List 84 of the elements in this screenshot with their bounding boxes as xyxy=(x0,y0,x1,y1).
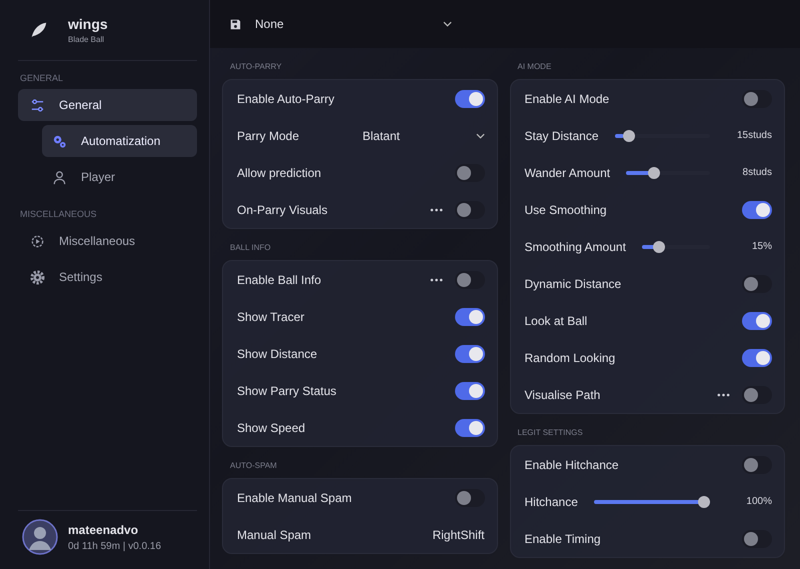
setting-label: Stay Distance xyxy=(524,128,599,142)
save-icon xyxy=(230,18,241,30)
setting-label: On-Parry Visuals xyxy=(237,202,328,216)
slider-thumb[interactable] xyxy=(648,166,660,178)
sidebar-item[interactable]: Settings xyxy=(18,261,197,293)
gear-icon xyxy=(30,234,45,248)
setting-label: Allow prediction xyxy=(237,166,322,180)
chevron-down-icon xyxy=(476,132,484,138)
sidebar-item[interactable]: Miscellaneous xyxy=(18,225,197,257)
setting-label: Show Parry Status xyxy=(237,384,336,398)
slider-value: 8studs xyxy=(742,167,772,178)
toggle-switch[interactable] xyxy=(454,270,484,288)
chevron-down-icon xyxy=(443,21,452,27)
setting-label: Manual Spam xyxy=(237,528,312,542)
sidebar-item[interactable]: Player xyxy=(42,161,197,193)
section-title: AI MODE xyxy=(518,62,552,71)
person-icon xyxy=(52,170,67,184)
more-options-icon[interactable] xyxy=(430,278,442,282)
setting-label: Dynamic Distance xyxy=(524,276,622,290)
slider-thumb[interactable] xyxy=(622,130,635,142)
toggle-switch[interactable] xyxy=(454,488,484,506)
toggle-switch[interactable] xyxy=(742,200,772,218)
feather-logo-icon xyxy=(30,21,48,39)
toggle-switch[interactable] xyxy=(454,382,484,400)
slider-value: 15% xyxy=(750,241,772,252)
app-title: wings xyxy=(68,16,108,32)
section-title: LEGIT SETTINGS xyxy=(518,428,584,437)
setting-label: Enable AI Mode xyxy=(524,92,610,106)
setting-label: Enable Timing xyxy=(524,532,601,546)
setting-label: Wander Amount xyxy=(524,166,610,180)
config-dropdown[interactable]: None xyxy=(230,17,452,31)
section-label: MISCELLANEOUS xyxy=(20,209,98,219)
toggle-switch[interactable] xyxy=(742,274,772,292)
setting-label: Enable Manual Spam xyxy=(237,490,352,504)
settings-icon xyxy=(30,270,45,284)
slider[interactable] xyxy=(594,496,710,508)
section-title: BALL INFO xyxy=(230,243,272,252)
more-options-icon[interactable] xyxy=(717,392,730,396)
slider[interactable] xyxy=(626,166,710,178)
toggle-switch[interactable] xyxy=(454,200,484,218)
toggle-switch[interactable] xyxy=(454,164,484,182)
setting-label: Random Looking xyxy=(524,350,616,364)
setting-label: Visualise Path xyxy=(524,388,600,402)
sidebar-item[interactable]: Automatization xyxy=(42,125,197,157)
toggle-switch[interactable] xyxy=(742,456,772,474)
avatar xyxy=(22,519,58,555)
setting-label: Look at Ball xyxy=(524,314,588,328)
toggle-switch[interactable] xyxy=(742,312,772,330)
slider[interactable] xyxy=(642,240,710,252)
slider-thumb[interactable] xyxy=(653,240,666,252)
app-subtitle: Blade Ball xyxy=(68,35,106,44)
setting-label: Enable Ball Info xyxy=(237,272,322,286)
setting-label: Enable Auto-Parry xyxy=(237,92,334,106)
sliders-icon xyxy=(30,98,45,112)
section-title: AUTO-SPAM xyxy=(230,461,278,470)
setting-label: Show Tracer xyxy=(237,310,304,324)
setting-label: Enable Hitchance xyxy=(524,458,619,472)
toggle-switch[interactable] xyxy=(454,308,484,326)
setting-label: Show Speed xyxy=(237,420,306,434)
sidebar-item[interactable]: General xyxy=(18,89,197,121)
keybind-button[interactable]: RightShift xyxy=(432,528,484,542)
toggle-switch[interactable] xyxy=(742,348,772,366)
toggle-switch[interactable] xyxy=(742,530,772,548)
section-label: GENERAL xyxy=(20,73,64,83)
mode-dropdown[interactable]: Blatant xyxy=(362,128,484,142)
gears-icon xyxy=(52,134,67,148)
slider[interactable] xyxy=(614,130,710,142)
setting-label: Parry Mode xyxy=(237,128,300,142)
setting-label: Show Distance xyxy=(237,346,318,360)
setting-label: Use Smoothing xyxy=(524,202,607,216)
toggle-switch[interactable] xyxy=(742,90,772,108)
setting-label: Hitchance xyxy=(524,494,578,508)
toggle-switch[interactable] xyxy=(454,418,484,436)
slider-value: 15studs xyxy=(736,130,772,141)
more-options-icon[interactable] xyxy=(430,208,442,212)
slider-value: 100% xyxy=(745,496,772,507)
username: mateenadvo xyxy=(68,522,140,536)
section-title: AUTO-PARRY xyxy=(230,62,283,71)
toggle-switch[interactable] xyxy=(742,386,772,404)
session-info: 0d 11h 59m | v0.0.16 xyxy=(68,540,162,552)
toggle-switch[interactable] xyxy=(454,90,484,108)
setting-label: Smoothing Amount xyxy=(524,240,626,254)
toggle-switch[interactable] xyxy=(454,344,484,362)
slider-thumb[interactable] xyxy=(698,496,710,508)
